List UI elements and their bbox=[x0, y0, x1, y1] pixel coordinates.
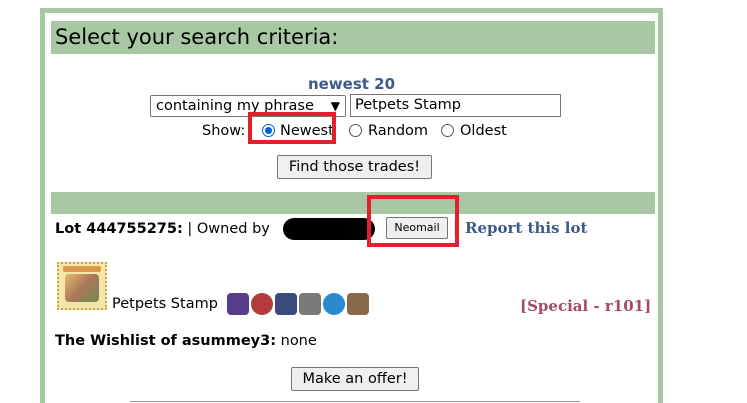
brown-petpet-icon bbox=[347, 293, 369, 315]
wizard-petpet-icon bbox=[227, 293, 249, 315]
petpets-stamp-image bbox=[57, 262, 107, 310]
radio-oldest[interactable] bbox=[441, 124, 454, 137]
wishlist: The Wishlist of asummey3: none bbox=[55, 333, 317, 349]
graduate-petpet-icon bbox=[275, 293, 297, 315]
section-divider bbox=[51, 192, 655, 214]
trade-panel: Select your search criteria: newest 20 c… bbox=[40, 8, 663, 403]
redacted-owner bbox=[283, 218, 375, 240]
make-offer-button[interactable]: Make an offer! bbox=[291, 367, 419, 391]
item-name: Petpets Stamp bbox=[112, 296, 218, 312]
radio-random[interactable] bbox=[349, 124, 362, 137]
wishlist-label: The Wishlist of asummey3: bbox=[55, 333, 277, 349]
item-rarity: [Special - r101] bbox=[520, 297, 652, 315]
search-input[interactable]: Petpets Stamp bbox=[350, 94, 561, 117]
find-trades-button[interactable]: Find those trades! bbox=[277, 155, 432, 179]
results-subtitle: newest 20 bbox=[307, 75, 396, 93]
highlight-neomail bbox=[367, 195, 459, 247]
radio-oldest-label[interactable]: Oldest bbox=[460, 122, 507, 140]
radio-random-label[interactable]: Random bbox=[368, 122, 428, 140]
wishlist-value: none bbox=[280, 333, 317, 349]
red-petpet-icon bbox=[251, 293, 273, 315]
lot-number: Lot 444755275: bbox=[55, 221, 183, 237]
show-label: Show: bbox=[202, 123, 246, 139]
owned-by-label: | Owned by bbox=[187, 221, 270, 237]
highlight-newest bbox=[248, 112, 336, 144]
blue-petpet-icon bbox=[323, 293, 345, 315]
safe-petpet-icon bbox=[299, 293, 321, 315]
lot-header: Lot 444755275: | Owned by bbox=[55, 220, 270, 238]
divider-line bbox=[130, 401, 580, 402]
report-lot-link[interactable]: Report this lot bbox=[465, 219, 587, 237]
page-title: Select your search criteria: bbox=[51, 21, 655, 54]
